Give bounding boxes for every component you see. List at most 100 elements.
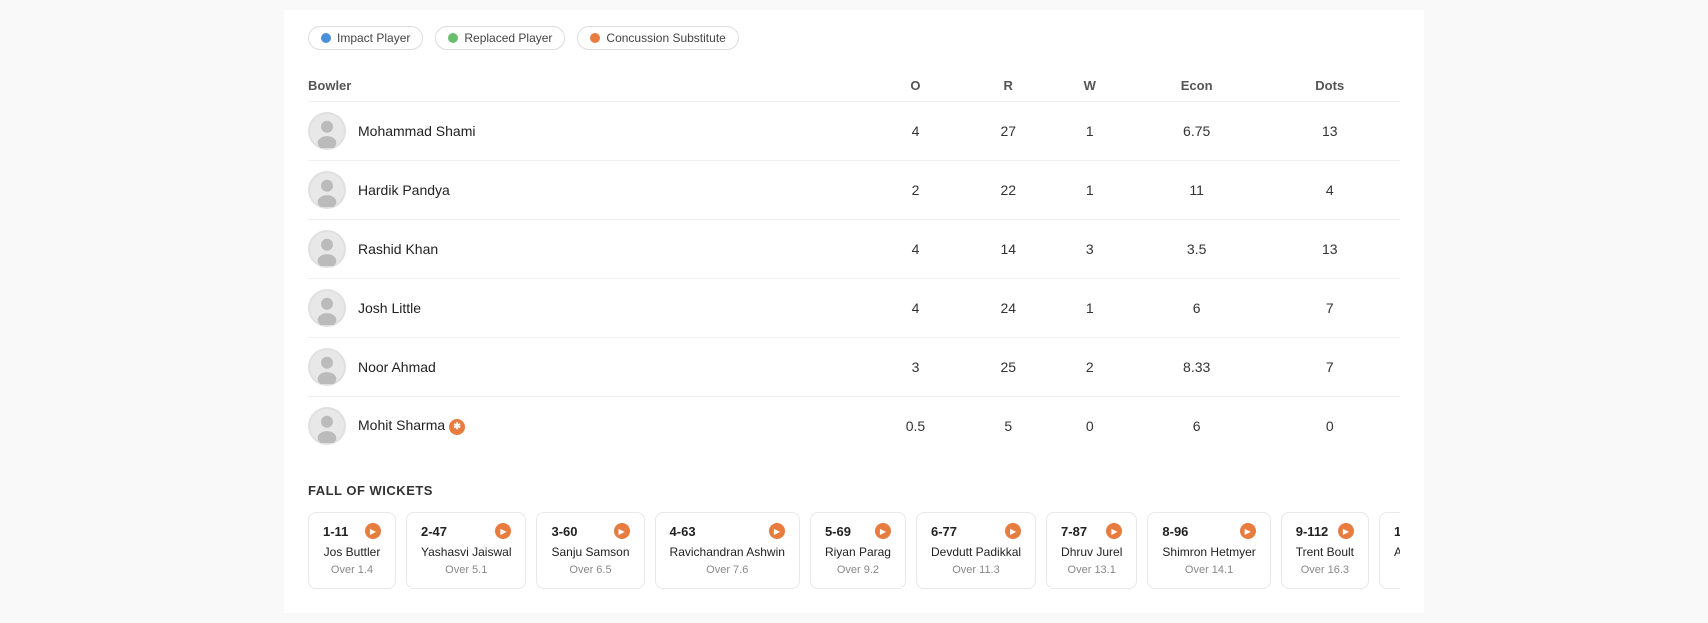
col-bowler: Bowler [308,70,872,102]
play-icon[interactable]: ▶ [1005,523,1021,539]
fow-player-name: Devdutt Padikkal [931,545,1021,561]
play-icon[interactable]: ▶ [875,523,891,539]
fow-score: 9-112 [1296,524,1329,539]
fow-list: 1-11 ▶ Jos Buttler Over 1.4 2-47 ▶ Yasha… [308,512,1400,589]
fow-score: 5-69 [825,524,851,539]
fow-over: Over 6.5 [551,564,629,576]
fow-score: 1-11 [323,524,348,539]
fow-card-header: 8-96 ▶ [1162,523,1255,539]
fow-player-name: Sanju Samson [551,545,629,561]
bowler-cell: Rashid Khan [308,220,872,279]
fow-card: 6-77 ▶ Devdutt Padikkal Over 11.3 [916,512,1036,589]
cell-dots: 13 [1271,220,1400,279]
cell-dots: 7 [1271,279,1400,338]
fow-over: Over 17.5 [1394,564,1400,576]
cell-w: 1 [1058,102,1134,161]
fow-card-header: 9-112 ▶ [1296,523,1354,539]
play-icon[interactable]: ▶ [365,523,381,539]
col-w: W [1058,70,1134,102]
bowler-cell: Noor Ahmad [308,338,872,397]
table-row: Mohammad Shami 42716.7513 [308,102,1400,161]
legend-impact-player: Impact Player [308,26,423,50]
fow-card-header: 5-69 ▶ [825,523,891,539]
cell-econ: 3.5 [1134,220,1272,279]
cell-o: 4 [872,220,971,279]
fow-over: Over 14.1 [1162,564,1255,576]
cell-o: 4 [872,279,971,338]
fow-over: Over 9.2 [825,564,891,576]
fow-card: 1-11 ▶ Jos Buttler Over 1.4 [308,512,396,589]
fow-score: 2-47 [421,524,447,539]
fow-over: Over 11.3 [931,564,1021,576]
fow-over: Over 7.6 [670,564,785,576]
table-row: Hardik Pandya 2221114 [308,161,1400,220]
fow-card: 5-69 ▶ Riyan Parag Over 9.2 [810,512,906,589]
cell-r: 24 [971,279,1058,338]
play-icon[interactable]: ▶ [769,523,785,539]
avatar [308,171,346,209]
fow-player-name: Jos Buttler [323,545,381,561]
cell-w: 2 [1058,338,1134,397]
play-icon[interactable]: ▶ [614,523,630,539]
play-icon[interactable]: ▶ [1338,523,1354,539]
cell-w: 1 [1058,161,1134,220]
fow-player-name: Dhruv Jurel [1061,545,1122,561]
fow-score: 3-60 [551,524,577,539]
cell-econ: 6.75 [1134,102,1272,161]
avatar [308,289,346,327]
legend-concussion-substitute: Concussion Substitute [577,26,738,50]
bowler-name: Hardik Pandya [358,182,450,198]
bowler-name: Mohit Sharma✱ [358,417,465,434]
fow-card-header: 3-60 ▶ [551,523,629,539]
fow-over: Over 5.1 [421,564,511,576]
play-icon[interactable]: ▶ [1240,523,1256,539]
play-icon[interactable]: ▶ [1106,523,1122,539]
cell-dots: 13 [1271,102,1400,161]
bowler-cell: Josh Little [308,279,872,338]
cell-dots: 0 [1271,397,1400,456]
fow-score: 4-63 [670,524,696,539]
fow-card: 4-63 ▶ Ravichandran Ashwin Over 7.6 [655,512,800,589]
cell-o: 0.5 [872,397,971,456]
bowler-table: Bowler O R W Econ Dots Mohammad Shami 42… [308,70,1400,455]
fow-player-name: Shimron Hetmyer [1162,545,1255,561]
fow-score: 8-96 [1162,524,1188,539]
fow-card-header: 4-63 ▶ [670,523,785,539]
fow-card: 7-87 ▶ Dhruv Jurel Over 13.1 [1046,512,1137,589]
cell-dots: 7 [1271,338,1400,397]
cell-r: 27 [971,102,1058,161]
cell-o: 2 [872,161,971,220]
fow-card-header: 7-87 ▶ [1061,523,1122,539]
cell-r: 5 [971,397,1058,456]
fow-over: Over 16.3 [1296,564,1354,576]
cell-w: 3 [1058,220,1134,279]
fow-player-name: Riyan Parag [825,545,891,561]
table-row: Rashid Khan 41433.513 [308,220,1400,279]
col-r: R [971,70,1058,102]
bowler-cell: Mohit Sharma✱ [308,397,872,456]
fow-title: FALL OF WICKETS [308,483,1400,498]
cell-o: 4 [872,102,971,161]
fow-score: 7-87 [1061,524,1087,539]
bowler-name: Mohammad Shami [358,123,476,139]
legend-dot-impact [321,33,331,43]
table-row: Josh Little 424167 [308,279,1400,338]
bowler-name: Noor Ahmad [358,359,436,375]
bowler-cell: Hardik Pandya [308,161,872,220]
col-econ: Econ [1134,70,1272,102]
legend-replaced-player: Replaced Player [435,26,565,50]
fow-card: 10-118 ▶ Adam Zampa Over 17.5 [1379,512,1400,589]
fow-over: Over 13.1 [1061,564,1122,576]
legend-label-impact: Impact Player [337,31,410,45]
legend: Impact Player Replaced Player Concussion… [308,26,1400,50]
fow-player-name: Adam Zampa [1394,545,1400,561]
legend-label-replaced: Replaced Player [464,31,552,45]
bowler-name: Josh Little [358,300,421,316]
fow-card-header: 6-77 ▶ [931,523,1021,539]
fow-card: 9-112 ▶ Trent Boult Over 16.3 [1281,512,1369,589]
play-icon[interactable]: ▶ [495,523,511,539]
cell-econ: 11 [1134,161,1272,220]
cell-w: 1 [1058,279,1134,338]
cell-econ: 6 [1134,397,1272,456]
avatar [308,230,346,268]
